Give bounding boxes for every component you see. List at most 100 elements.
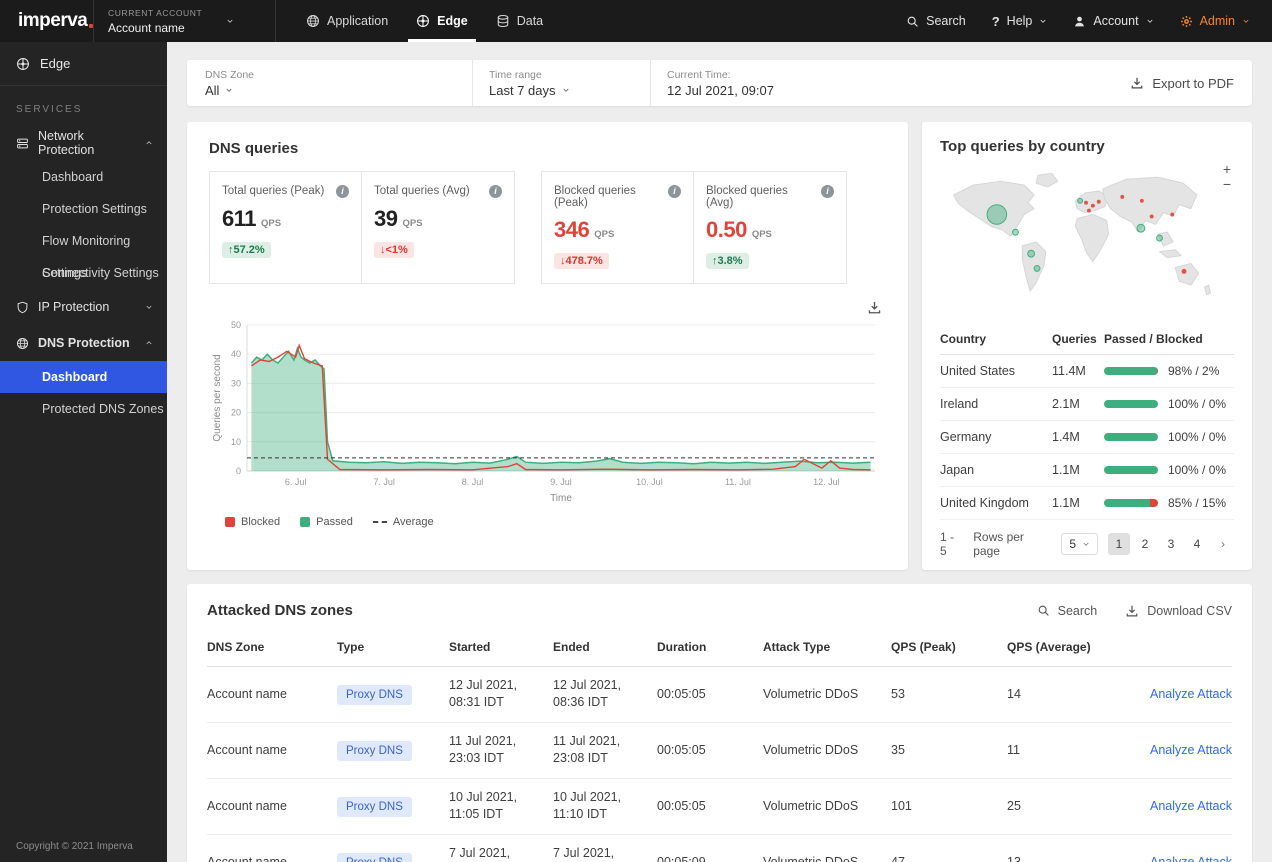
analyze-attack-link[interactable]: Analyze Attack [1150,855,1232,862]
account-menu[interactable]: Account [1073,14,1153,28]
stat-number: 0.50 [706,217,747,242]
analyze-attack-link[interactable]: Analyze Attack [1150,799,1232,813]
ended-cell: 11 Jul 2021, 23:08 IDT [553,733,621,766]
info-icon[interactable]: i [489,185,502,198]
chevron-down-icon [1146,17,1154,25]
attacked-zones-header: Attacked DNS zones Search Download CSV [207,602,1232,619]
table-row: Account name Proxy DNS 10 Jul 2021, 11:05 … [207,779,1232,835]
stat-value: 611 QPS [222,206,349,232]
zones-table-body: Account name Proxy DNS 12 Jul 2021, 08:31 … [207,667,1232,862]
blocked-bar [1156,367,1158,375]
sidebar-group-dns-protection[interactable]: DNS Protection [0,325,167,361]
stat-card: Blocked queries (Avg) i 0.50 QPS ↑3.8% [694,171,847,284]
sidebar-group-network-protection[interactable]: Network Protection [0,125,167,161]
nav-edge[interactable]: Edge [402,0,482,42]
type-badge: Proxy DNS [337,684,412,705]
attacked-zones-title: Attacked DNS zones [207,602,353,619]
legend-passed: Passed [300,516,353,528]
page-button[interactable]: 1 [1108,533,1130,555]
admin-menu[interactable]: Admin [1180,14,1250,28]
map-marker-green[interactable] [1027,249,1036,258]
sidebar-group-ip-protection[interactable]: IP Protection [0,289,167,325]
page-button[interactable]: 3 [1160,533,1182,555]
copyright: Copyright © 2021 Imperva [16,841,133,852]
map-marker-red[interactable] [1120,194,1125,199]
map-marker-red[interactable] [1181,268,1187,274]
time-range-select[interactable]: Last 7 days [489,83,632,98]
map-marker-red[interactable] [1170,212,1175,217]
map-marker-green[interactable] [1012,228,1019,236]
passed-blocked-bar [1104,466,1158,474]
map-marker-red[interactable] [1096,199,1101,204]
info-icon[interactable]: i [821,185,834,198]
sidebar-item-np-dashboard[interactable]: Dashboard [0,161,167,193]
page-button[interactable]: 4 [1186,533,1208,555]
col-started: Started [449,640,491,654]
col-attack-type: Attack Type [763,640,831,654]
map-marker-red[interactable] [1084,200,1088,205]
map-marker-green[interactable] [1033,264,1041,272]
info-icon[interactable]: i [336,185,349,198]
stat-label-row: Blocked queries (Peak) i [554,185,681,209]
next-page-button[interactable]: › [1212,533,1234,555]
country-name: Germany [940,430,992,444]
stat-label: Total queries (Peak) [222,185,325,197]
nav-application[interactable]: Application [292,0,402,42]
stat-label-row: Total queries (Peak) i [222,185,349,198]
sidebar-item-dns-dashboard[interactable]: Dashboard [0,361,167,393]
world-map[interactable]: + − [940,162,1234,320]
map-marker-red[interactable] [1139,198,1144,203]
map-zoom-controls: + − [1220,162,1234,191]
map-marker-green[interactable] [1136,223,1146,233]
map-zoom-out-button[interactable]: − [1220,177,1234,191]
zone-type-cell: Proxy DNS [337,684,449,705]
map-marker-red[interactable] [1090,203,1095,208]
download-csv-button[interactable]: Download CSV [1125,604,1232,618]
map-marker-green[interactable] [1077,197,1084,204]
sidebar-item-protected-dns-zones[interactable]: Protected DNS Zones [0,393,167,425]
analyze-attack-link[interactable]: Analyze Attack [1150,743,1232,757]
stat-number: 611 [222,206,257,231]
search-button[interactable]: Search [906,14,966,28]
top-countries-card: Top queries by country + − Country Queri… [922,122,1252,570]
imperva-logo[interactable]: imperva [0,0,93,42]
sidebar-item-flow-monitoring-settings[interactable]: Flow Monitoring Settings [0,225,167,280]
sidebar-edge-label: Edge [40,56,71,71]
rows-per-page-select[interactable]: 5 [1061,533,1098,555]
current-time-label: Current Time: [667,68,731,81]
attacked-zones-card: Attacked DNS zones Search Download CSV D… [187,584,1252,862]
info-icon[interactable]: i [668,185,681,198]
sidebar-item-protection-settings[interactable]: Protection Settings [0,193,167,225]
nav-data[interactable]: Data [482,0,557,42]
svg-text:8. Jul: 8. Jul [462,477,484,487]
zones-search-button[interactable]: Search [1037,604,1097,618]
admin-label: Admin [1199,14,1235,28]
export-pdf-button[interactable]: Export to PDF [1130,76,1234,91]
map-marker-red[interactable] [1149,214,1154,219]
gear-icon [1180,15,1193,28]
map-marker-red[interactable] [1087,208,1091,213]
download-chart-icon[interactable] [867,300,882,315]
current-account-switcher[interactable]: CURRENT ACCOUNT Account name [94,0,275,42]
zone-type-cell: Proxy DNS [337,796,449,817]
sidebar-item-connectivity-settings[interactable]: Connectivity Settings [0,257,167,289]
country-row: United States 11.4M 98% / 2% [940,355,1234,388]
zone-name: Account name [207,854,287,862]
map-zoom-in-button[interactable]: + [1220,162,1234,176]
dns-zone-select[interactable]: All [205,83,454,98]
search-icon [1037,604,1050,617]
sidebar-item-edge[interactable]: Edge [0,42,167,86]
analyze-attack-link[interactable]: Analyze Attack [1150,687,1232,701]
stat-card: Blocked queries (Peak) i 346 QPS ↓478.7% [541,171,694,284]
topbar-right: Search ? Help Account Admin [906,0,1272,42]
zone-name: Account name [207,798,287,813]
stat-value: 39 QPS [374,206,502,232]
stats-row: Total queries (Peak) i 611 QPS ↑57.2% Total q… [209,171,886,284]
map-marker-green[interactable] [1156,234,1163,242]
page-button[interactable]: 2 [1134,533,1156,555]
stat-label-row: Blocked queries (Avg) i [706,185,834,209]
svg-text:40: 40 [231,349,241,359]
help-menu[interactable]: ? Help [992,14,1048,29]
topbar-divider [275,0,276,42]
map-marker-green[interactable] [986,204,1008,225]
